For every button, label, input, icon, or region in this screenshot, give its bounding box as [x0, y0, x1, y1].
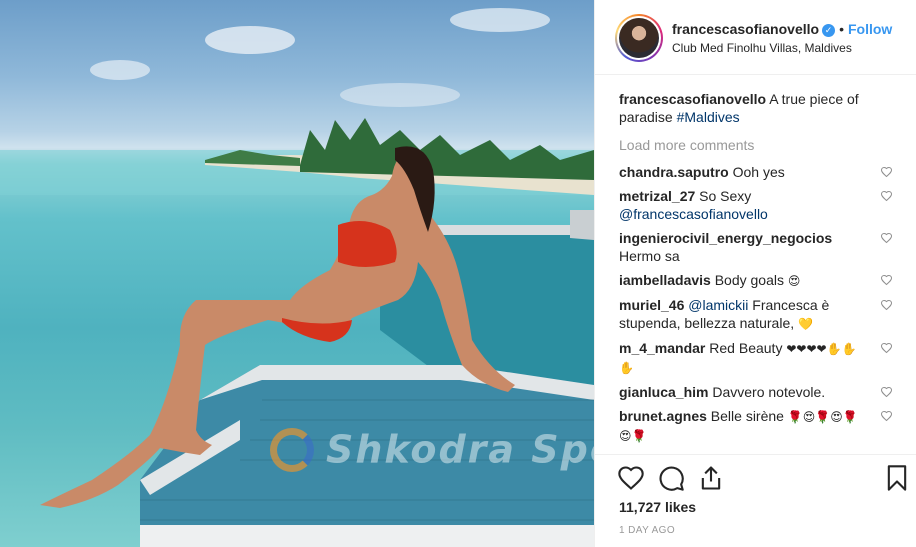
comment-item: muriel_46 @lamickii Francesca è stupenda… [619, 296, 899, 333]
caption: francescasofianovello A true piece of pa… [619, 90, 899, 126]
verified-badge-icon: ✓ [822, 24, 836, 37]
header-separator: • [839, 21, 844, 37]
share-icon[interactable] [697, 464, 725, 492]
comment-emoji: 😍 [787, 274, 801, 288]
likes-count[interactable]: 11,727 likes [619, 499, 696, 515]
post-actions: 11,727 likes 1 DAY AGO [595, 454, 916, 547]
header-user-line: francescasofianovello ✓ • Follow [672, 21, 892, 37]
comment-item: iambelladavis Body goals 😍 [619, 271, 899, 290]
header-username[interactable]: francescasofianovello [672, 21, 819, 37]
post-photo[interactable]: Shkodra Sport [0, 0, 594, 547]
comment-item: m_4_mandar Red Beauty ❤❤❤❤✋✋✋ [619, 339, 899, 377]
comment-mention[interactable]: @francescasofianovello [619, 206, 768, 222]
load-more-comments-button[interactable]: Load more comments [619, 136, 899, 154]
avatar-image [619, 18, 659, 58]
small-heart-icon[interactable] [880, 342, 893, 354]
comment-item: ingenierocivil_energy_negocios Hermo sa [619, 229, 899, 265]
comment-text: Ooh yes [732, 164, 785, 180]
heart-icon[interactable] [617, 464, 645, 492]
caption-hashtag[interactable]: #Maldives [677, 109, 740, 125]
comment-username[interactable]: brunet.agnes [619, 408, 707, 424]
comment-text: Hermo sa [619, 248, 680, 264]
watermark: Shkodra Sport [270, 425, 594, 485]
comment-username[interactable]: ingenierocivil_energy_negocios [619, 230, 832, 246]
comment-username[interactable]: iambelladavis [619, 272, 711, 288]
comment-username[interactable]: chandra.saputro [619, 164, 729, 180]
comments-list[interactable]: francescasofianovello A true piece of pa… [619, 90, 899, 454]
watermark-text: Shkodra Sport [326, 427, 594, 472]
watermark-logo [270, 427, 314, 472]
small-heart-icon[interactable] [880, 274, 893, 286]
avatar[interactable] [615, 14, 663, 62]
bookmark-icon[interactable] [883, 464, 911, 492]
comment-text: So Sexy [699, 188, 752, 204]
small-heart-icon[interactable] [880, 166, 893, 178]
comment-username[interactable]: metrizal_27 [619, 188, 695, 204]
comment-item: brunet.agnes Belle sirène 🌹😍🌹😍🌹😍🌹 [619, 407, 899, 445]
comment-text: Davvero notevole. [712, 384, 826, 400]
comment-text: Body goals [714, 272, 784, 288]
small-heart-icon[interactable] [880, 232, 893, 244]
comment-container: chandra.saputro Ooh yes metrizal_27 So Se… [619, 163, 899, 454]
small-heart-icon[interactable] [880, 410, 893, 422]
small-heart-icon[interactable] [880, 190, 893, 202]
timestamp[interactable]: 1 DAY AGO [619, 525, 675, 536]
small-heart-icon[interactable] [880, 386, 893, 398]
comment-item: gianluca_him Davvero notevole. [619, 383, 899, 401]
location-link[interactable]: Club Med Finolhu Villas, Maldives [672, 41, 852, 55]
post-side-panel: francescasofianovello ✓ • Follow Club Med F… [594, 0, 916, 547]
follow-button[interactable]: Follow [848, 21, 892, 37]
post-header: francescasofianovello ✓ • Follow Club Med F… [595, 0, 916, 75]
comment-text: Belle sirène [710, 408, 784, 424]
comment-item: chandra.saputro Ooh yes [619, 163, 899, 181]
comment-emoji: 💛 [798, 317, 813, 331]
small-heart-icon[interactable] [880, 299, 893, 311]
comment-item: metrizal_27 So Sexy @francescasofianovell… [619, 187, 899, 223]
comment-username[interactable]: m_4_mandar [619, 340, 705, 356]
caption-username[interactable]: francescasofianovello [619, 91, 766, 107]
comment-icon[interactable] [657, 464, 685, 492]
comment-text: Red Beauty [709, 340, 783, 356]
avatar-inner [617, 16, 661, 60]
comment-username[interactable]: muriel_46 [619, 297, 684, 313]
comment-username[interactable]: gianluca_him [619, 384, 708, 400]
comment-mention[interactable]: @lamickii [688, 297, 748, 313]
